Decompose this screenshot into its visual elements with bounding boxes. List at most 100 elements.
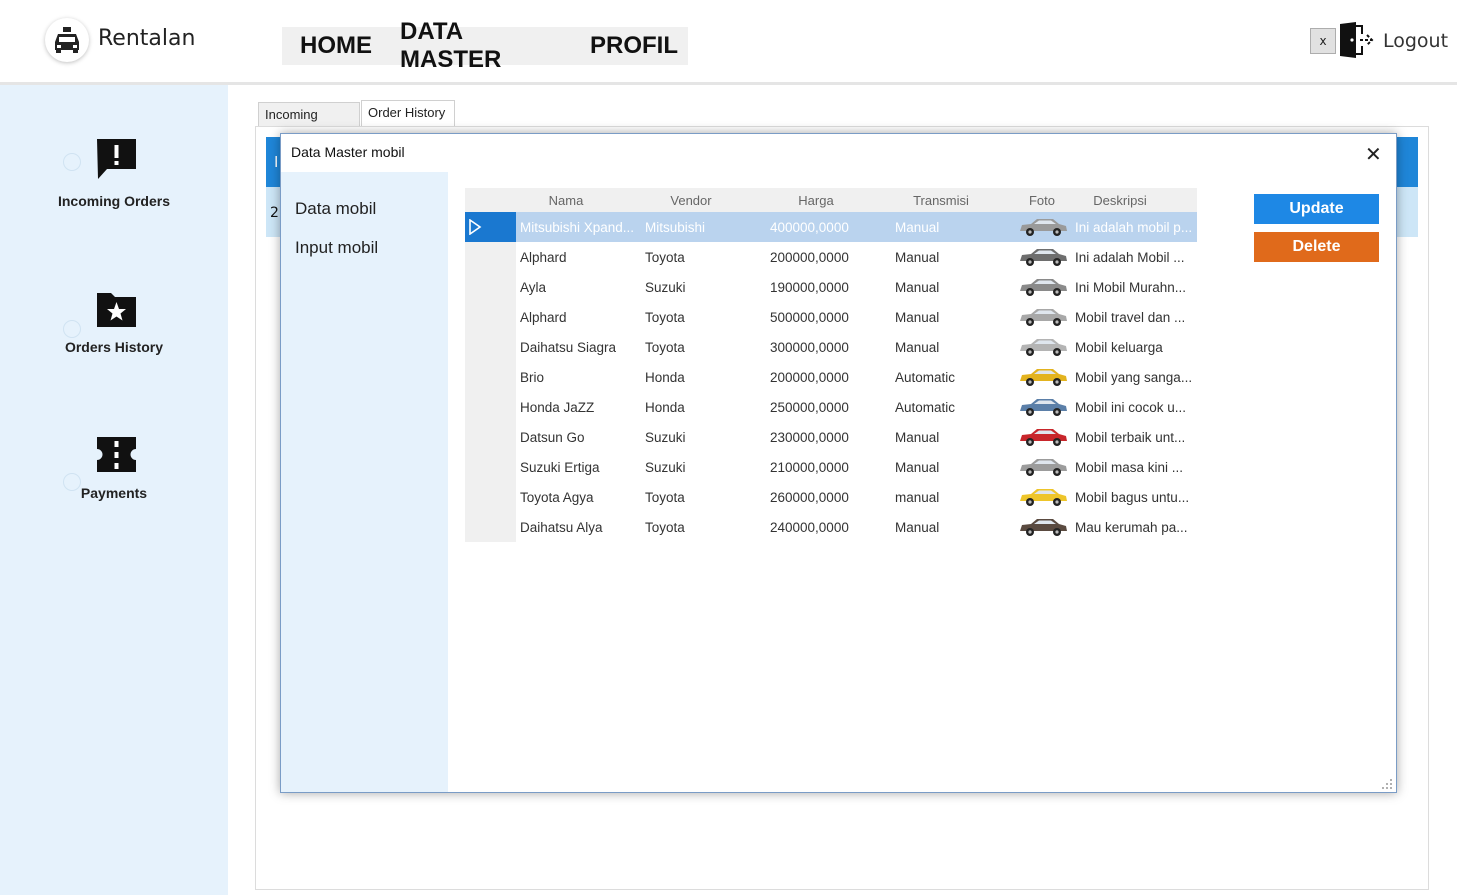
check-icon (63, 153, 81, 171)
col-header-vendor[interactable]: Vendor (650, 193, 732, 208)
dialog-close-button[interactable]: ✕ (1365, 142, 1382, 166)
cell-harga[interactable]: 260000,0000 (770, 490, 880, 505)
logo-badge (45, 18, 89, 62)
menu-data-mobil[interactable]: Data mobil (295, 199, 376, 219)
col-header-deskripsi[interactable]: Deskripsi (1075, 193, 1165, 208)
cell-deskripsi[interactable]: Mobil masa kini ... (1075, 460, 1197, 475)
cell-vendor[interactable]: Honda (645, 400, 763, 415)
cell-transmisi[interactable]: Manual (895, 520, 1005, 535)
cell-vendor[interactable]: Honda (645, 370, 763, 385)
tab-order-history[interactable]: Order History (361, 100, 455, 127)
table-row[interactable]: Ayla Suzuki 190000,0000 Manual Ini Mobil Mur… (465, 272, 1197, 302)
cell-vendor[interactable]: Mitsubishi (645, 220, 763, 235)
cell-deskripsi[interactable]: Ini adalah Mobil ... (1075, 250, 1197, 265)
cell-harga[interactable]: 230000,0000 (770, 430, 880, 445)
cell-harga[interactable]: 210000,0000 (770, 460, 880, 475)
cell-nama[interactable]: Suzuki Ertiga (520, 460, 640, 475)
car-photo-icon (1020, 489, 1067, 506)
menu-input-mobil[interactable]: Input mobil (295, 238, 378, 258)
cell-deskripsi[interactable]: Mobil terbaik unt... (1075, 430, 1197, 445)
cell-vendor[interactable]: Suzuki (645, 460, 763, 475)
cell-vendor[interactable]: Toyota (645, 310, 763, 325)
nav-home[interactable]: HOME (300, 32, 372, 60)
cell-nama[interactable]: Ayla (520, 280, 640, 295)
car-photo-icon (1020, 369, 1067, 386)
cell-harga[interactable]: 200000,0000 (770, 370, 880, 385)
resize-grip-icon[interactable] (1381, 778, 1393, 790)
cell-nama[interactable]: Datsun Go (520, 430, 640, 445)
star-folder-icon (97, 293, 136, 327)
table-row[interactable]: Alphard Toyota 500000,0000 Manual Mobil trav… (465, 302, 1197, 332)
cell-nama[interactable]: Daihatsu Alya (520, 520, 640, 535)
cell-transmisi[interactable]: Manual (895, 340, 1005, 355)
logout-link[interactable]: Logout (1383, 30, 1448, 52)
nav-profil[interactable]: PROFIL (590, 32, 678, 60)
cell-harga[interactable]: 500000,0000 (770, 310, 880, 325)
table-row[interactable]: Mitsubishi Xpand... Mitsubishi 400000,0000… (465, 212, 1197, 242)
close-app-button[interactable]: x (1310, 28, 1336, 54)
cell-transmisi[interactable]: Manual (895, 460, 1005, 475)
col-header-transmisi[interactable]: Transmisi (900, 193, 982, 208)
col-header-foto[interactable]: Foto (1020, 193, 1064, 208)
cell-transmisi[interactable]: Automatic (895, 400, 1005, 415)
cell-vendor[interactable]: Toyota (645, 490, 763, 505)
alert-message-icon (97, 139, 136, 179)
cell-vendor[interactable]: Suzuki (645, 280, 763, 295)
col-header-harga[interactable]: Harga (775, 193, 857, 208)
cell-vendor[interactable]: Suzuki (645, 430, 763, 445)
row-header-selected[interactable] (465, 212, 516, 242)
cell-harga[interactable]: 190000,0000 (770, 280, 880, 295)
cell-deskripsi[interactable]: Mau kerumah pa... (1075, 520, 1197, 535)
cell-nama[interactable]: Honda JaZZ (520, 400, 640, 415)
logout-icon[interactable] (1338, 20, 1374, 60)
col-header-nama[interactable]: Nama (525, 193, 607, 208)
cell-vendor[interactable]: Toyota (645, 250, 763, 265)
table-row[interactable]: Alphard Toyota 200000,0000 Manual Ini adalah… (465, 242, 1197, 272)
table-row[interactable]: Daihatsu Alya Toyota 240000,0000 Manual Mau … (465, 512, 1197, 542)
table-row[interactable]: Datsun Go Suzuki 230000,0000 Manual Mobil te… (465, 422, 1197, 452)
cell-nama[interactable]: Alphard (520, 250, 640, 265)
cell-vendor[interactable]: Toyota (645, 340, 763, 355)
cell-deskripsi[interactable]: Mobil ini cocok u... (1075, 400, 1197, 415)
cell-harga[interactable]: 250000,0000 (770, 400, 880, 415)
tab-incoming-order[interactable]: Incoming Order (258, 102, 360, 146)
cell-deskripsi[interactable]: Ini adalah mobil p... (1075, 220, 1197, 235)
cell-transmisi[interactable]: Manual (895, 250, 1005, 265)
cell-transmisi[interactable]: manual (895, 490, 1005, 505)
cell-deskripsi[interactable]: Mobil yang sanga... (1075, 370, 1197, 385)
cell-deskripsi[interactable]: Mobil keluarga (1075, 340, 1197, 355)
brand-name: Rentalan (98, 26, 196, 51)
taxi-icon (55, 27, 79, 53)
update-button[interactable]: Update (1254, 194, 1379, 224)
cell-transmisi[interactable]: Manual (895, 310, 1005, 325)
cell-nama[interactable]: Toyota Agya (520, 490, 640, 505)
cell-harga[interactable]: 400000,0000 (770, 220, 880, 235)
cell-nama[interactable]: Mitsubishi Xpand... (520, 220, 640, 235)
table-row[interactable]: Toyota Agya Toyota 260000,0000 manual Mobil … (465, 482, 1197, 512)
car-photo-icon (1020, 279, 1067, 296)
cell-transmisi[interactable]: Manual (895, 430, 1005, 445)
cell-deskripsi[interactable]: Mobil travel dan ... (1075, 310, 1197, 325)
cell-transmisi[interactable]: Manual (895, 280, 1005, 295)
data-master-dialog: Data Master mobil ✕ Data mobil Input mob… (280, 133, 1397, 793)
cell-transmisi[interactable]: Automatic (895, 370, 1005, 385)
cell-nama[interactable]: Brio (520, 370, 640, 385)
cell-deskripsi[interactable]: Ini Mobil Murahn... (1075, 280, 1197, 295)
cell-vendor[interactable]: Toyota (645, 520, 763, 535)
table-row[interactable]: Brio Honda 200000,0000 Automatic Mobil yang … (465, 362, 1197, 392)
table-row[interactable]: Honda JaZZ Honda 250000,0000 Automatic Mobil… (465, 392, 1197, 422)
car-photo-icon (1020, 219, 1067, 236)
delete-button[interactable]: Delete (1254, 232, 1379, 262)
cell-transmisi[interactable]: Manual (895, 220, 1005, 235)
table-row[interactable]: Daihatsu Siagra Toyota 300000,0000 Manual Mo… (465, 332, 1197, 362)
cell-nama[interactable]: Daihatsu Siagra (520, 340, 640, 355)
cell-deskripsi[interactable]: Mobil bagus untu... (1075, 490, 1197, 505)
cell-harga[interactable]: 200000,0000 (770, 250, 880, 265)
cell-harga[interactable]: 300000,0000 (770, 340, 880, 355)
check-icon (63, 320, 81, 338)
cell-harga[interactable]: 240000,0000 (770, 520, 880, 535)
nav-data-master[interactable]: DATA MASTER (400, 18, 562, 74)
cell-nama[interactable]: Alphard (520, 310, 640, 325)
table-row[interactable]: Suzuki Ertiga Suzuki 210000,0000 Manual Mobi… (465, 452, 1197, 482)
car-photo-icon (1020, 459, 1067, 476)
